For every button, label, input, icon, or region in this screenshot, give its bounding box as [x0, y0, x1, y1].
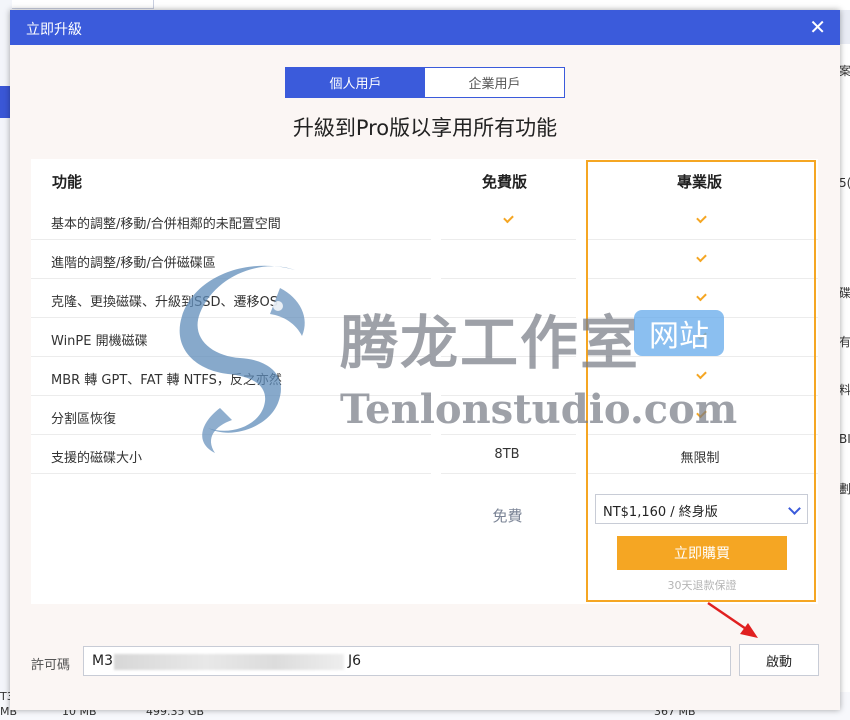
background-text: 料 — [839, 383, 850, 397]
feature-name: 支援的磁碟大小 — [51, 451, 143, 466]
row-divider — [31, 239, 431, 240]
background-text: 有 — [839, 335, 850, 349]
refund-note: 30天退款保證 — [667, 579, 737, 592]
pro-price-value: NT$1,160 / 終身版 — [603, 505, 718, 520]
pro-price-select[interactable]: NT$1,160 / 終身版 — [595, 494, 808, 524]
feature-name: 基本的調整/移動/合併相鄰的未配置空間 — [51, 217, 281, 232]
license-label: 許可碼 — [31, 658, 71, 673]
dialog-title: 立即升級 — [26, 22, 82, 38]
feature-name: MBR 轉 GPT、FAT 轉 NTFS，反之亦然 — [51, 373, 282, 388]
background-text: 案 — [839, 64, 850, 78]
row-divider — [441, 434, 576, 435]
row-divider — [441, 395, 576, 396]
feature-name: WinPE 開機磁碟 — [51, 334, 148, 349]
row-divider — [441, 278, 576, 279]
row-divider — [31, 473, 431, 474]
row-divider — [441, 239, 576, 240]
feature-name: 分割區恢復 — [51, 412, 117, 427]
background-tab-strip — [0, 0, 154, 9]
background-text: 5( — [839, 176, 850, 190]
row-divider — [31, 395, 431, 396]
free-price-label: 免費 — [492, 507, 523, 525]
headline: 升級到Pro版以享用所有功能 — [292, 116, 558, 140]
row-divider — [31, 356, 431, 357]
background-text: BI — [839, 432, 850, 446]
user-type-tabs: 個人用戶 企業用戶 — [285, 67, 565, 98]
upgrade-dialog: 立即升級 ✕ 個人用戶 企業用戶 升級到Pro版以享用所有功能 功能 免費版 專… — [10, 10, 840, 710]
license-key-input[interactable]: M3 J6 — [83, 646, 731, 676]
license-key-end: J6 — [348, 653, 362, 669]
license-key-redacted — [114, 654, 344, 670]
column-header-feature: 功能 — [52, 173, 83, 191]
background-text: 碟 — [839, 286, 850, 300]
activate-button[interactable]: 啟動 — [739, 644, 819, 676]
license-key-start: M3 — [92, 653, 113, 669]
tab-personal[interactable]: 個人用戶 — [286, 68, 425, 97]
background-text: T3 — [0, 690, 14, 703]
check-icon — [503, 212, 514, 224]
free-disk-size: 8TB — [494, 447, 520, 462]
close-icon[interactable]: ✕ — [809, 15, 826, 39]
row-divider — [441, 473, 576, 474]
background-text: 劃 — [839, 482, 850, 496]
row-divider — [31, 317, 431, 318]
row-divider — [441, 317, 576, 318]
row-divider — [31, 434, 431, 435]
dialog-titlebar: 立即升級 ✕ — [10, 10, 840, 45]
buy-now-button[interactable]: 立即購買 — [617, 536, 787, 570]
chevron-down-icon — [788, 502, 801, 515]
row-divider — [31, 278, 431, 279]
row-divider — [441, 356, 576, 357]
tab-business[interactable]: 企業用戶 — [425, 68, 564, 97]
column-header-free: 免費版 — [482, 173, 528, 191]
feature-name: 進階的調整/移動/合併磁碟區 — [51, 256, 216, 271]
feature-name: 克隆、更換磁碟、升級到SSD、遷移OS — [51, 295, 278, 310]
